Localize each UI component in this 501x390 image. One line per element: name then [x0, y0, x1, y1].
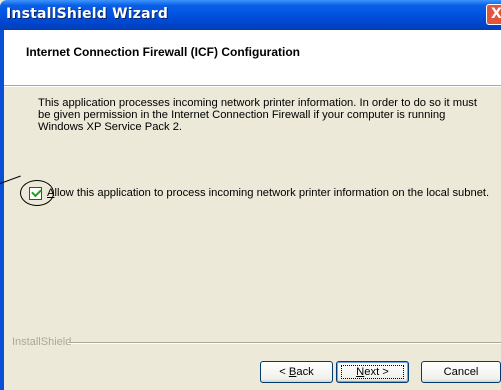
header-divider-highlight — [4, 86, 501, 87]
header-panel: Internet Connection Firewall (ICF) Confi… — [4, 30, 501, 85]
close-icon: X — [491, 6, 501, 22]
next-button[interactable]: Next > — [336, 361, 409, 383]
back-prefix: < — [279, 366, 289, 378]
back-button[interactable]: < Back — [260, 361, 333, 383]
installshield-brand-label: InstallShield — [12, 336, 72, 348]
allow-subnet-checkbox[interactable] — [29, 186, 42, 200]
close-button[interactable]: X — [486, 4, 501, 25]
installshield-wizard-window: InstallShield Wizard X Internet Connecti… — [0, 0, 501, 390]
description-text: This application processes incoming netw… — [38, 97, 478, 133]
back-label: ack — [296, 366, 314, 378]
page-title: Internet Connection Firewall (ICF) Confi… — [26, 45, 300, 59]
cancel-button[interactable]: Cancel — [421, 361, 501, 383]
allow-subnet-checkbox-label[interactable]: Allow this application to process incomi… — [47, 187, 489, 199]
checkmark-icon — [31, 186, 42, 198]
title-bar[interactable]: InstallShield Wizard X — [0, 0, 501, 30]
window-title: InstallShield Wizard — [6, 6, 169, 22]
footer-divider-highlight — [68, 343, 501, 344]
checkbox-label-text: llow this application to process incomin… — [54, 187, 490, 199]
focus-rectangle — [341, 365, 404, 379]
